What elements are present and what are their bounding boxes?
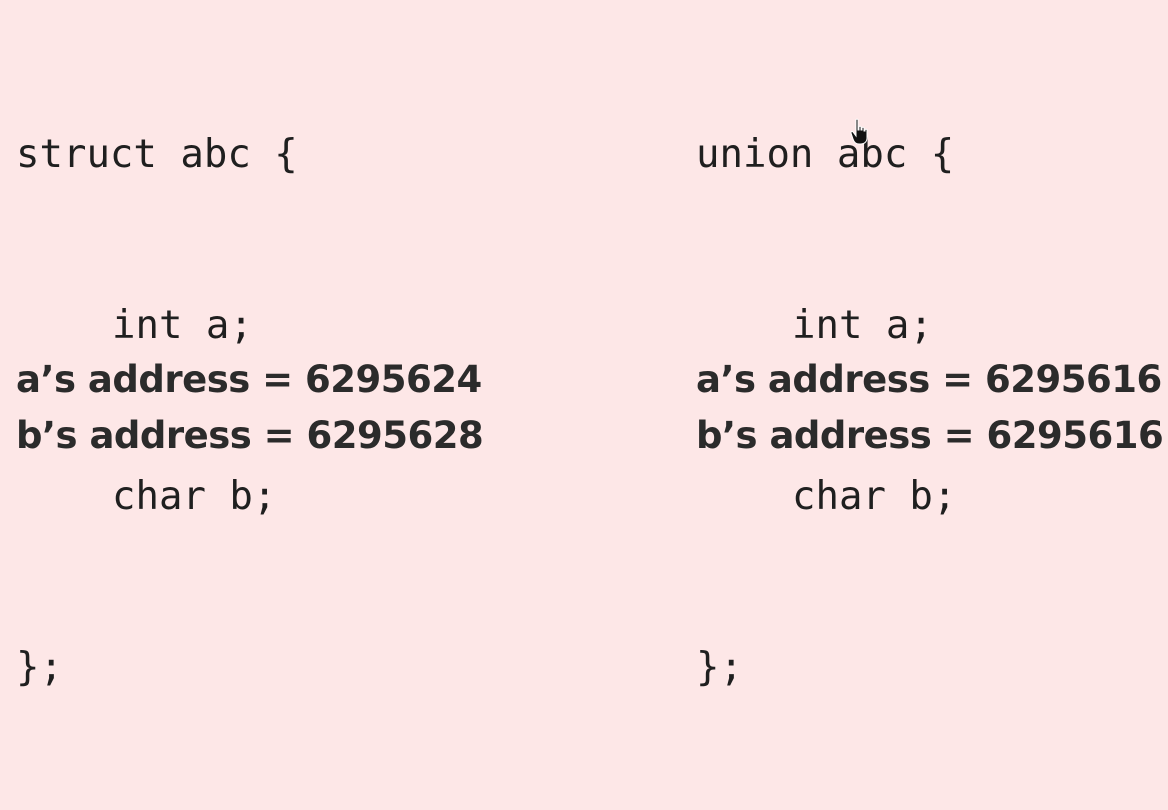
struct-line-1: struct abc {: [16, 132, 298, 177]
struct-line-4: };: [16, 645, 63, 690]
union-line-3: char b;: [792, 474, 957, 519]
union-a-address: a’s address = 6295616: [696, 358, 1162, 401]
union-line-1: union abc {: [696, 132, 955, 177]
union-panel: union abc { int a; char b; }; a’s addres…: [696, 0, 1168, 690]
struct-a-address: a’s address = 6295624: [16, 358, 482, 401]
union-line-2: int a;: [792, 303, 933, 348]
union-b-address: b’s address = 6295616: [696, 414, 1164, 457]
union-line-4: };: [696, 645, 743, 690]
struct-b-address: b’s address = 6295628: [16, 414, 484, 457]
struct-panel: struct abc { int a; char b; }; a’s addre…: [16, 0, 576, 690]
union-code-block: union abc { int a; char b; };: [696, 12, 956, 810]
struct-code-block: struct abc { int a; char b; };: [16, 12, 298, 810]
hand-pointer-icon: [850, 118, 870, 146]
struct-line-2: int a;: [112, 303, 253, 348]
struct-line-3: char b;: [112, 474, 277, 519]
